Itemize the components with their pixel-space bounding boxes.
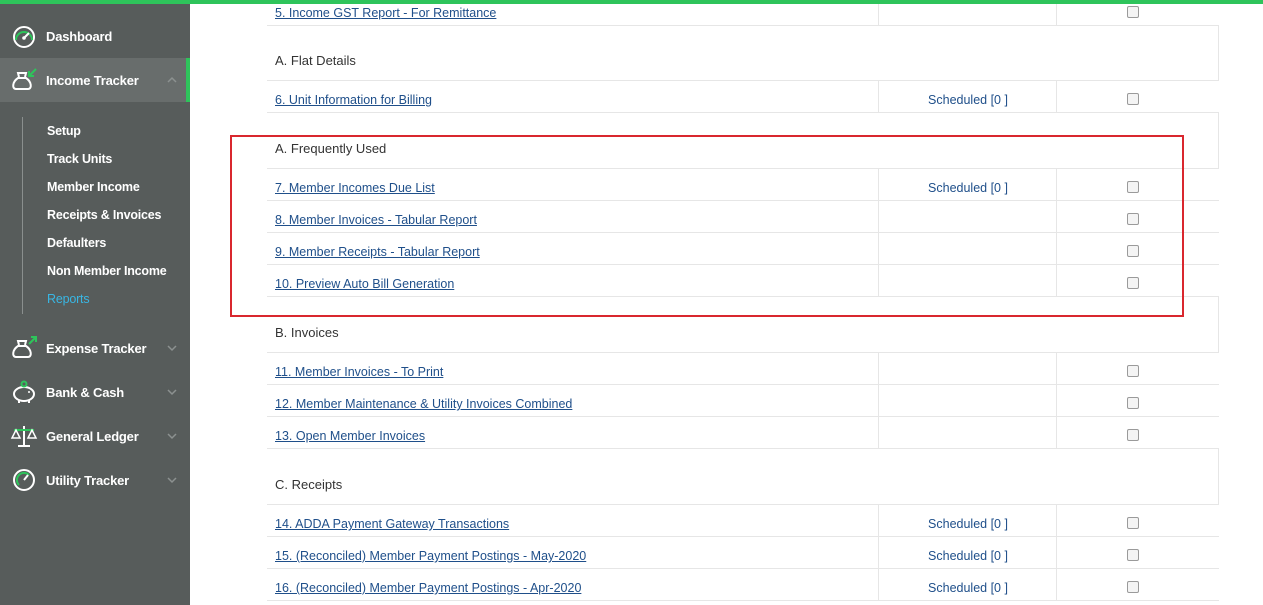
scheduled-status[interactable]: Scheduled [0 ] <box>879 93 1057 107</box>
report-checkbox[interactable] <box>1127 397 1139 409</box>
report-checkbox[interactable] <box>1127 365 1139 377</box>
sidebar-item-label: Dashboard <box>46 28 113 44</box>
sidebar-item-label: General Ledger <box>46 428 139 444</box>
scheduled-status[interactable]: Scheduled [0 ] <box>879 181 1057 195</box>
report-checkbox[interactable] <box>1127 549 1139 561</box>
sidebar-item-label: Utility Tracker <box>46 472 129 488</box>
submenu-item-receipts-invoices[interactable]: Receipts & Invoices <box>47 208 162 222</box>
sidebar-item-expense-tracker[interactable]: Expense Tracker <box>0 326 190 370</box>
table-row: 11. Member Invoices - To Print <box>267 353 1219 385</box>
table-row: 7. Member Incomes Due List Scheduled [0 … <box>267 169 1219 201</box>
sidebar-item-label: Income Tracker <box>46 72 139 88</box>
report-checkbox[interactable] <box>1127 93 1139 105</box>
table-row: 9. Member Receipts - Tabular Report <box>267 233 1219 265</box>
table-row: 10. Preview Auto Bill Generation <box>267 265 1219 297</box>
report-checkbox[interactable] <box>1127 581 1139 593</box>
report-checkbox[interactable] <box>1127 517 1139 529</box>
table-row: 14. ADDA Payment Gateway Transactions Sc… <box>267 505 1219 537</box>
table-row: 6. Unit Information for Billing Schedule… <box>267 81 1219 113</box>
chevron-down-icon[interactable] <box>165 385 179 399</box>
report-link[interactable]: 12. Member Maintenance & Utility Invoice… <box>275 397 572 411</box>
submenu-item-setup[interactable]: Setup <box>47 124 81 138</box>
sidebar: Dashboard Income Tracker Setup Track Uni… <box>0 0 190 605</box>
report-checkbox[interactable] <box>1127 213 1139 225</box>
report-checkbox[interactable] <box>1127 429 1139 441</box>
report-link[interactable]: 13. Open Member Invoices <box>275 429 425 443</box>
chevron-up-icon[interactable] <box>165 73 179 87</box>
submenu-item-member-income[interactable]: Member Income <box>47 180 140 194</box>
money-bag-out-icon <box>10 335 38 361</box>
report-link[interactable]: 16. (Reconciled) Member Payment Postings… <box>275 581 581 595</box>
table-row: 13. Open Member Invoices <box>267 417 1219 449</box>
chevron-down-icon[interactable] <box>165 341 179 355</box>
piggy-bank-icon <box>10 379 38 405</box>
report-link[interactable]: 8. Member Invoices - Tabular Report <box>275 213 477 227</box>
report-checkbox[interactable] <box>1127 6 1139 18</box>
scheduled-status[interactable]: Scheduled [0 ] <box>879 581 1057 595</box>
report-link[interactable]: 5. Income GST Report - For Remittance <box>275 6 496 20</box>
section-header: A. Frequently Used <box>267 113 1219 169</box>
sidebar-item-dashboard[interactable]: Dashboard <box>0 14 190 58</box>
gauge-icon <box>10 467 38 493</box>
chevron-down-icon[interactable] <box>165 473 179 487</box>
report-checkbox[interactable] <box>1127 277 1139 289</box>
sidebar-item-utility-tracker[interactable]: Utility Tracker <box>0 458 190 502</box>
table-row: 16. (Reconciled) Member Payment Postings… <box>267 569 1219 601</box>
report-checkbox[interactable] <box>1127 181 1139 193</box>
scheduled-status[interactable]: Scheduled [0 ] <box>879 549 1057 563</box>
report-link[interactable]: 7. Member Incomes Due List <box>275 181 435 195</box>
money-bag-in-icon <box>10 67 38 93</box>
submenu-item-defaulters[interactable]: Defaulters <box>47 236 106 250</box>
section-header: A. Flat Details <box>267 26 1219 81</box>
sidebar-item-income-tracker[interactable]: Income Tracker <box>0 58 190 102</box>
submenu-item-reports[interactable]: Reports <box>47 292 90 306</box>
table-row: 8. Member Invoices - Tabular Report <box>267 201 1219 233</box>
sidebar-item-general-ledger[interactable]: General Ledger <box>0 414 190 458</box>
section-header: C. Receipts <box>267 449 1219 505</box>
report-link[interactable]: 15. (Reconciled) Member Payment Postings… <box>275 549 586 563</box>
scheduled-status[interactable]: Scheduled [0 ] <box>879 517 1057 531</box>
report-checkbox[interactable] <box>1127 245 1139 257</box>
table-row: 15. (Reconciled) Member Payment Postings… <box>267 537 1219 569</box>
submenu-item-non-member-income[interactable]: Non Member Income <box>47 264 167 278</box>
sidebar-item-label: Bank & Cash <box>46 384 124 400</box>
report-link[interactable]: 9. Member Receipts - Tabular Report <box>275 245 480 259</box>
section-header: B. Invoices <box>267 297 1219 353</box>
chevron-down-icon[interactable] <box>165 429 179 443</box>
scales-icon <box>10 423 38 449</box>
report-link[interactable]: 14. ADDA Payment Gateway Transactions <box>275 517 509 531</box>
submenu-item-track-units[interactable]: Track Units <box>47 152 112 166</box>
report-link[interactable]: 6. Unit Information for Billing <box>275 93 432 107</box>
sidebar-item-bank-cash[interactable]: Bank & Cash <box>0 370 190 414</box>
sidebar-item-label: Expense Tracker <box>46 340 147 356</box>
report-link[interactable]: 10. Preview Auto Bill Generation <box>275 277 454 291</box>
report-link[interactable]: 11. Member Invoices - To Print <box>275 365 443 379</box>
submenu-guide-line <box>22 117 23 314</box>
speedometer-icon <box>10 23 38 49</box>
top-accent-bar <box>0 0 1263 4</box>
table-row: 12. Member Maintenance & Utility Invoice… <box>267 385 1219 417</box>
